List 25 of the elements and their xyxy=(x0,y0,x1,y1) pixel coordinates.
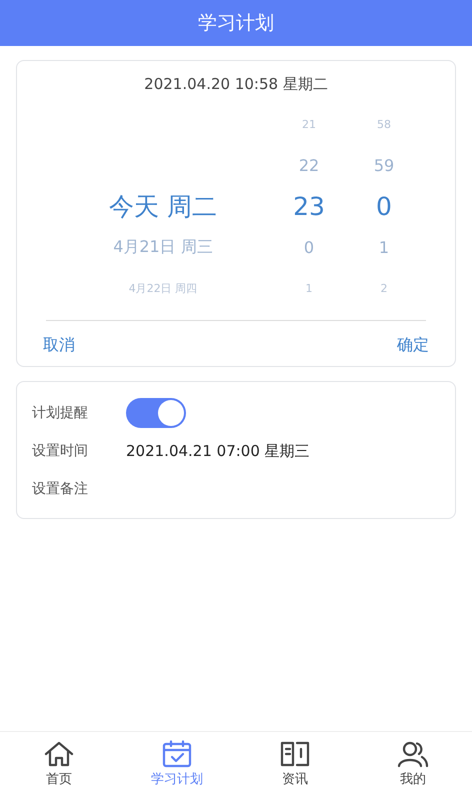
setting-label: 设置备注 xyxy=(32,480,89,498)
cancel-button[interactable]: 取消 xyxy=(43,335,75,356)
tab[interactable]: 学习计划 xyxy=(118,732,236,792)
users-icon xyxy=(397,740,429,768)
date-option[interactable]: 4月21日 周三 xyxy=(113,237,213,258)
minute-option[interactable]: 0 xyxy=(376,192,392,221)
home-icon xyxy=(43,740,75,768)
tab[interactable]: 首页 xyxy=(0,732,118,792)
setting-label: 计划提醒 xyxy=(32,404,89,422)
hour-option[interactable]: 23 xyxy=(293,192,325,221)
minute-option[interactable]: 1 xyxy=(378,238,390,257)
confirm-button[interactable]: 确定 xyxy=(397,335,429,356)
setting-value[interactable]: 2021.04.21 07:00 星期三 xyxy=(126,442,310,460)
hour-option[interactable]: 22 xyxy=(298,156,320,175)
tab[interactable]: 资讯 xyxy=(236,732,354,792)
current-datetime: 2021.04.20 10:58 星期二 xyxy=(143,75,329,94)
page-title: 学习计划 xyxy=(198,11,274,36)
hour-option[interactable]: 0 xyxy=(304,238,314,257)
setting-label: 设置时间 xyxy=(32,442,89,460)
calendar-icon xyxy=(161,740,193,768)
minute-option[interactable]: 59 xyxy=(374,156,394,175)
tab[interactable]: 我的 xyxy=(354,732,472,792)
date-option[interactable]: 今天 周二 xyxy=(109,190,217,223)
reminder-toggle[interactable] xyxy=(126,398,186,428)
book-icon xyxy=(279,740,311,768)
